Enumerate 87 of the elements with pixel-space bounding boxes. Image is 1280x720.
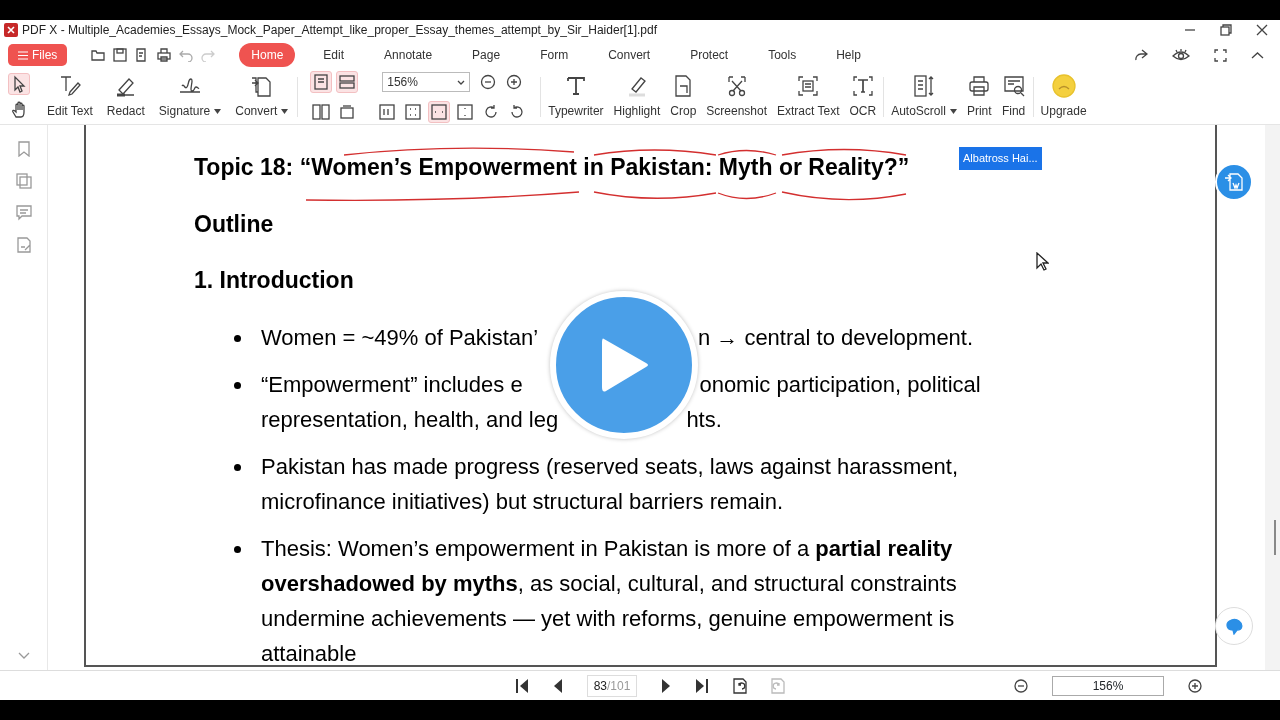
view-mode-button[interactable] — [310, 71, 333, 93]
menu-tab[interactable]: Form — [528, 43, 581, 67]
bullet-text: Thesis: Women’s empowerment in Pakistan is more of a partial reality overshadowed by myths, as social, cultural, and structural constraints undermine achievements — yet with reforms, genuine empowerment is attainable — [261, 534, 957, 668]
menu-tab[interactable]: Protect — [678, 43, 741, 67]
signature-document-icon[interactable] — [15, 237, 32, 253]
comment-icon[interactable] — [15, 205, 32, 221]
menu-icon — [18, 50, 28, 60]
fit-height-icon — [456, 103, 475, 121]
next-page-icon[interactable] — [661, 677, 671, 694]
page-number-field[interactable]: 83/101 — [587, 674, 637, 697]
printer-icon[interactable] — [157, 48, 172, 62]
text-extract-icon — [796, 74, 821, 98]
tool-button[interactable]: Edit Text — [44, 72, 96, 122]
two-page-icon — [312, 103, 331, 121]
hand-icon — [10, 101, 28, 119]
tool-button[interactable]: OCR — [846, 72, 880, 122]
last-page-icon[interactable] — [695, 677, 709, 694]
scrollbar-thumb[interactable] — [1274, 520, 1276, 555]
tool-button[interactable]: Extract Text — [774, 72, 843, 122]
bullet-text: Women = ~49% of Pakistan’ n → central to development. — [261, 323, 974, 352]
tool-button[interactable]: Redact — [103, 72, 148, 122]
zoom-in-icon[interactable] — [506, 74, 523, 90]
back-view-icon[interactable] — [733, 677, 747, 694]
menu-tab[interactable]: Edit — [311, 43, 357, 67]
actual-size-icon — [378, 103, 397, 121]
assistant-button[interactable] — [1215, 607, 1253, 645]
zoom-field[interactable]: 156% — [1052, 675, 1164, 696]
outline-heading: Outline — [194, 209, 275, 239]
app-logo-icon — [4, 23, 18, 37]
tool-button[interactable]: Typewriter — [545, 72, 607, 122]
printer-icon — [967, 74, 992, 98]
menu-tab[interactable]: Help — [824, 43, 873, 67]
single-page-icon — [312, 73, 331, 91]
zoom-out-icon[interactable] — [1014, 678, 1028, 693]
comment-author-tag[interactable]: Albatross Hai... — [959, 147, 1042, 170]
tool-button[interactable]: Crop — [667, 72, 700, 122]
section-heading: 1. Introduction — [194, 266, 355, 295]
mouse-pointer-icon — [1036, 252, 1049, 271]
cover-page-icon — [338, 103, 357, 121]
zoom-out-icon[interactable] — [480, 74, 497, 90]
tool-button[interactable]: Find — [998, 72, 1029, 122]
save-icon[interactable] — [113, 48, 128, 62]
view-mode-button[interactable] — [428, 101, 451, 123]
bullet-text: “Empowerment” includes e onomic participation, political representation, health, and leg hts. — [261, 370, 981, 434]
continuous-page-icon — [338, 73, 357, 91]
tool-button[interactable]: Upgrade — [1037, 72, 1090, 122]
scrollbar[interactable] — [1265, 125, 1280, 670]
previous-page-icon[interactable] — [553, 677, 563, 694]
find-document-icon — [1001, 74, 1026, 98]
bullet-icon — [234, 334, 241, 342]
view-mode-button[interactable] — [310, 101, 333, 123]
eye-icon[interactable] — [1172, 48, 1190, 62]
restore-icon[interactable] — [1220, 24, 1232, 36]
tool-button[interactable]: Screenshot — [703, 72, 771, 122]
zoom-in-icon[interactable] — [1188, 678, 1202, 693]
window-title: PDF X - Multiple_Academies_Essays_Mock_Paper_Attempt_like_proper_Essay_themes_attempt_by_Sir_Haider[1].pdf — [22, 22, 658, 39]
menu-tab[interactable]: Convert — [596, 43, 663, 67]
fit-page-icon — [404, 103, 423, 121]
tool-button[interactable]: AutoScroll — [888, 72, 960, 122]
zoom-dropdown[interactable]: 156% — [382, 72, 471, 92]
tool-button[interactable]: Convert — [232, 72, 292, 122]
fit-width-icon — [430, 103, 449, 121]
menu-tab[interactable]: Annotate — [372, 43, 445, 67]
expand-icon[interactable] — [17, 652, 30, 660]
tool-button[interactable]: Highlight — [610, 72, 664, 122]
menu-tab[interactable]: Tools — [756, 43, 809, 67]
close-icon[interactable] — [1256, 24, 1268, 36]
document-arrow-icon — [249, 74, 274, 98]
fullscreen-icon[interactable] — [1214, 48, 1227, 62]
view-mode-button[interactable] — [336, 71, 359, 93]
tool-button[interactable]: Signature — [155, 72, 225, 122]
bullet-text: Pakistan has made progress (reserved seats, laws against harassment, microfinance initiatives) but structural barriers remain. — [261, 452, 958, 516]
document-convert-icon — [1223, 171, 1245, 193]
bullet-icon — [234, 381, 241, 389]
bullet-icon — [234, 463, 241, 471]
document-heading: Topic 18: “Women’s Empowerment in Pakistan: Myth or Reality?” — [194, 153, 910, 182]
tool-button[interactable]: Print — [963, 72, 995, 122]
folder-icon[interactable] — [91, 48, 106, 62]
share-icon[interactable] — [1134, 48, 1148, 62]
bookmark-icon[interactable] — [16, 141, 31, 157]
caret-icon — [457, 79, 466, 85]
menu-tab[interactable]: Page — [460, 43, 513, 67]
autoscroll-icon — [912, 74, 936, 98]
ocr-icon — [850, 74, 875, 98]
first-page-icon[interactable] — [515, 677, 529, 694]
bullet-icon — [234, 545, 241, 553]
cursor-tool-button[interactable] — [8, 73, 30, 95]
